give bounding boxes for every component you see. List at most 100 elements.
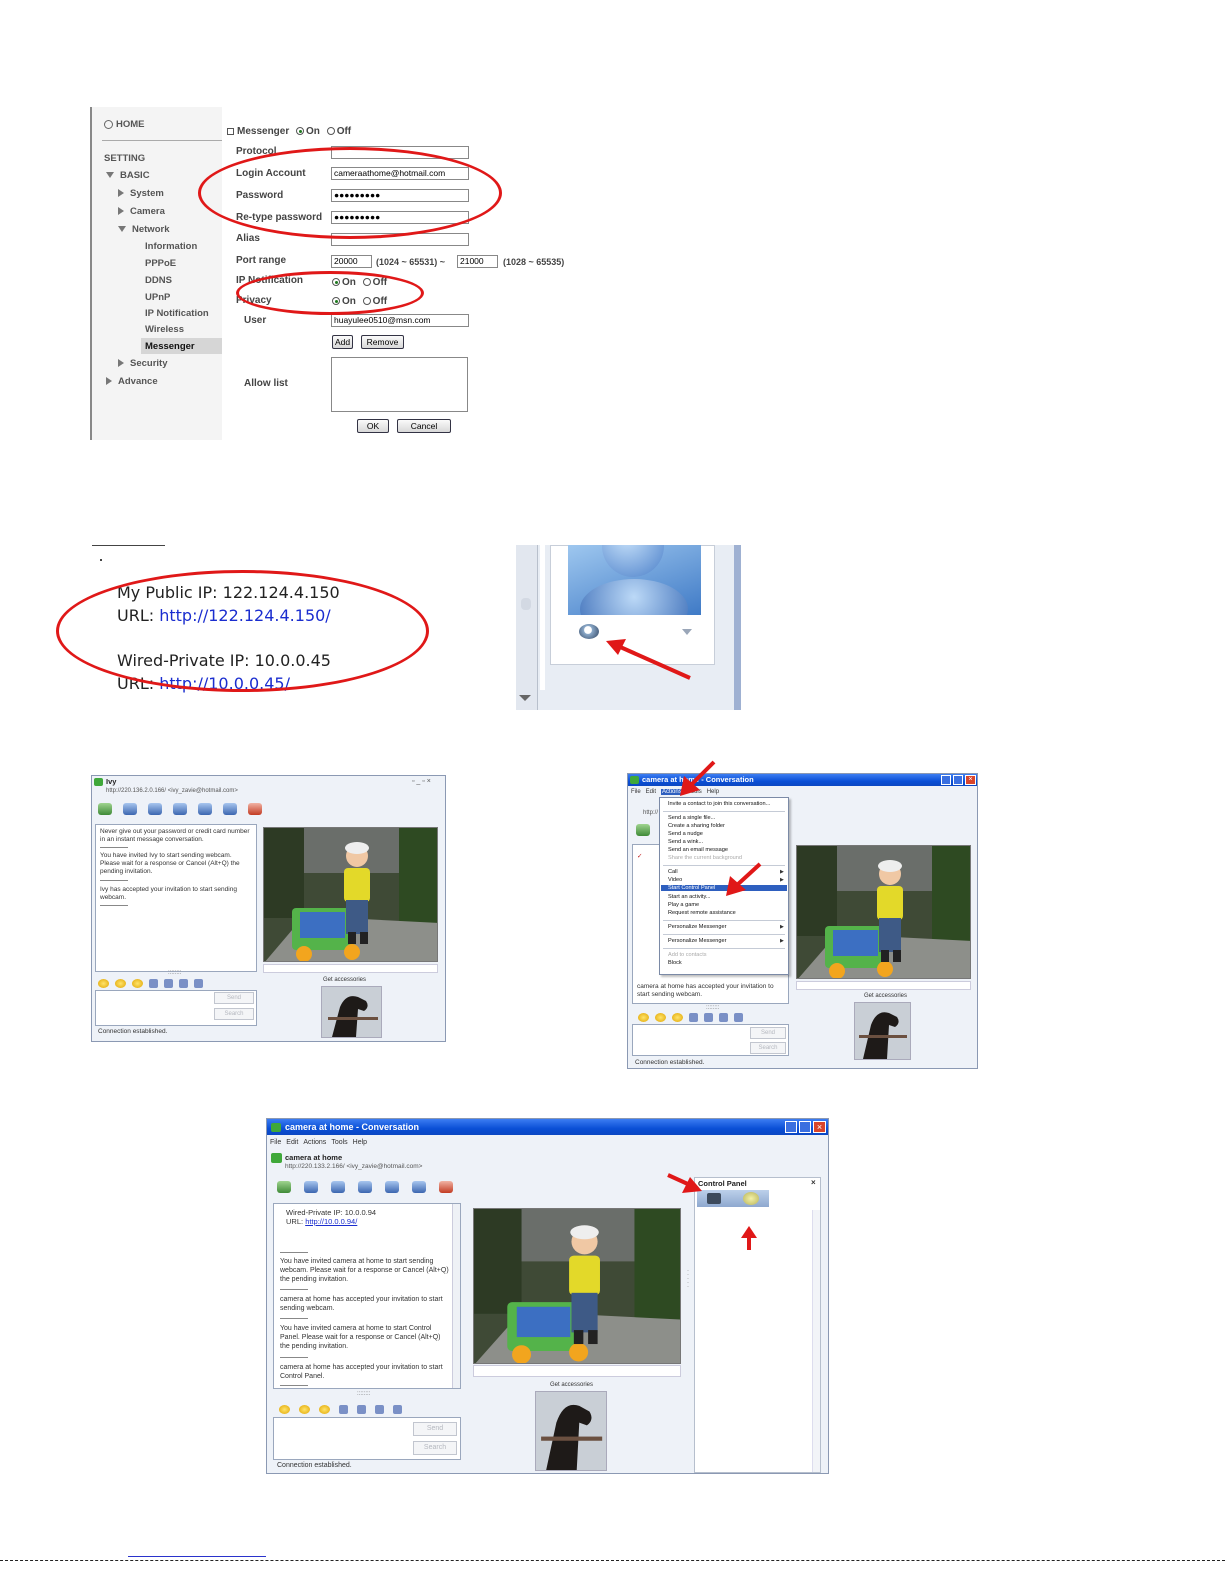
port-to-field[interactable]: 21000 — [457, 255, 498, 268]
password-field[interactable]: ●●●●●●●●● — [331, 189, 469, 202]
splitter-handle[interactable]: :::::::: — [706, 1005, 719, 1011]
add-button[interactable]: Add — [332, 335, 353, 349]
history-scrollbar[interactable] — [452, 1204, 460, 1388]
get-accessories-link[interactable]: Get accessories — [864, 993, 907, 999]
public-url-link[interactable]: http://122.124.4.150/ — [159, 606, 330, 625]
menu-item-invite[interactable]: Invite a contact to join this conversati… — [668, 801, 770, 807]
menu-edit[interactable]: Edit — [286, 1139, 298, 1146]
voice-clip-icon[interactable] — [689, 1013, 698, 1022]
splitter-handle[interactable]: · · · · · — [687, 1268, 689, 1290]
send-files-icon[interactable] — [123, 803, 137, 815]
send-button[interactable]: Send — [214, 992, 254, 1004]
menu-item-block[interactable]: Block — [668, 960, 682, 966]
sidebar-item-network[interactable]: Network — [118, 224, 169, 235]
font-icon[interactable] — [357, 1405, 366, 1414]
cancel-button[interactable]: Cancel — [397, 419, 451, 433]
snapshot-camera-icon[interactable] — [707, 1193, 721, 1204]
sidebar-item-ddns[interactable]: DDNS — [145, 275, 172, 286]
sidebar-item-camera[interactable]: Camera — [118, 206, 165, 217]
wink-icon[interactable] — [299, 1405, 310, 1414]
font-icon[interactable] — [164, 979, 173, 988]
menu-item-sharing-folder[interactable]: Create a sharing folder — [668, 823, 725, 829]
sidebar-item-information[interactable]: Information — [145, 241, 197, 252]
splitter-handle[interactable]: :::::::: — [168, 970, 181, 976]
games-icon[interactable] — [412, 1181, 426, 1193]
splitter-handle[interactable]: :::::::: — [357, 1391, 370, 1397]
allow-list-box[interactable] — [331, 357, 468, 412]
call-icon[interactable] — [173, 803, 187, 815]
messenger-on-radio[interactable] — [296, 127, 305, 136]
menu-item-personalize-2[interactable]: Personalize Messenger — [668, 938, 726, 944]
handwriting-icon[interactable] — [719, 1013, 728, 1022]
maximize-button[interactable] — [953, 775, 963, 785]
send-files-icon[interactable] — [304, 1181, 318, 1193]
handwriting-icon[interactable] — [375, 1405, 384, 1414]
nudge-icon[interactable] — [132, 979, 143, 988]
handwriting-icon[interactable] — [179, 979, 188, 988]
invite-icon[interactable] — [98, 803, 112, 815]
emoticon-icon[interactable] — [98, 979, 109, 988]
nudge-icon[interactable] — [672, 1013, 683, 1022]
wink-icon[interactable] — [655, 1013, 666, 1022]
sidebar-item-upnp[interactable]: UPnP — [145, 292, 170, 303]
menu-item-call[interactable]: Call — [668, 869, 678, 875]
minimize-button[interactable] — [941, 775, 951, 785]
menu-item-play-game[interactable]: Play a game — [668, 902, 699, 908]
menu-tools[interactable]: Tools — [331, 1139, 347, 1146]
menu-item-remote-assistance[interactable]: Request remote assistance — [668, 910, 736, 916]
maximize-button[interactable] — [799, 1121, 811, 1133]
games-icon[interactable] — [223, 803, 237, 815]
alias-field[interactable] — [331, 233, 469, 246]
invite-icon[interactable] — [636, 824, 650, 836]
search-button[interactable]: Search — [750, 1042, 786, 1054]
menu-item-send-email[interactable]: Send an email message — [668, 847, 728, 853]
menu-item-video[interactable]: Video — [668, 877, 682, 883]
font-icon[interactable] — [704, 1013, 713, 1022]
sidebar-home[interactable]: HOME — [104, 119, 145, 130]
privacy-on-radio[interactable] — [332, 297, 340, 306]
privacy-off-radio[interactable] — [362, 297, 371, 306]
activities-icon[interactable] — [198, 803, 212, 815]
sidebar-item-pppoe[interactable]: PPPoE — [145, 258, 176, 269]
wink-icon[interactable] — [115, 979, 126, 988]
sidebar-item-ip-notification[interactable]: IP Notification — [145, 308, 209, 319]
activities-icon[interactable] — [385, 1181, 399, 1193]
sidebar-item-wireless[interactable]: Wireless — [145, 324, 184, 335]
webcam-icon[interactable] — [331, 1181, 345, 1193]
menu-item-start-activity[interactable]: Start an activity... — [668, 894, 711, 900]
menu-item-send-wink[interactable]: Send a wink... — [668, 839, 703, 845]
menu-file[interactable]: File — [631, 789, 641, 795]
block-icon[interactable] — [439, 1181, 453, 1193]
ip-notification-on-radio[interactable] — [332, 278, 340, 287]
block-icon[interactable] — [248, 803, 262, 815]
background-icon[interactable] — [734, 1013, 743, 1022]
scroll-down-icon[interactable] — [519, 695, 531, 701]
settings-tools-icon[interactable] — [743, 1192, 759, 1205]
menu-item-send-file[interactable]: Send a single file... — [668, 815, 715, 821]
menu-edit[interactable]: Edit — [646, 789, 656, 795]
sidebar-item-messenger[interactable]: Messenger — [141, 338, 222, 354]
emoticon-icon[interactable] — [279, 1405, 290, 1414]
user-field[interactable]: huayulee0510@msn.com — [331, 314, 469, 327]
menu-file[interactable]: File — [270, 1139, 281, 1146]
close-button[interactable]: × — [965, 775, 976, 785]
background-icon[interactable] — [393, 1405, 402, 1414]
emoticon-icon[interactable] — [638, 1013, 649, 1022]
messenger-off-radio[interactable] — [326, 127, 335, 136]
menu-actions[interactable]: Actions — [303, 1139, 326, 1146]
ok-button[interactable]: OK — [357, 419, 389, 433]
sidebar-item-basic[interactable]: BASIC — [106, 170, 150, 181]
sidebar-item-system[interactable]: System — [118, 188, 164, 199]
search-button[interactable]: Search — [214, 1008, 254, 1020]
menu-help[interactable]: Help — [353, 1139, 367, 1146]
invite-icon[interactable] — [277, 1181, 291, 1193]
search-button[interactable]: Search — [413, 1441, 457, 1455]
voice-clip-icon[interactable] — [339, 1405, 348, 1414]
control-panel-scrollbar[interactable] — [812, 1210, 820, 1472]
port-from-field[interactable]: 20000 — [331, 255, 372, 268]
call-icon[interactable] — [358, 1181, 372, 1193]
send-button[interactable]: Send — [413, 1422, 457, 1436]
retype-password-field[interactable]: ●●●●●●●●● — [331, 211, 469, 224]
background-icon[interactable] — [194, 979, 203, 988]
nudge-icon[interactable] — [319, 1405, 330, 1414]
